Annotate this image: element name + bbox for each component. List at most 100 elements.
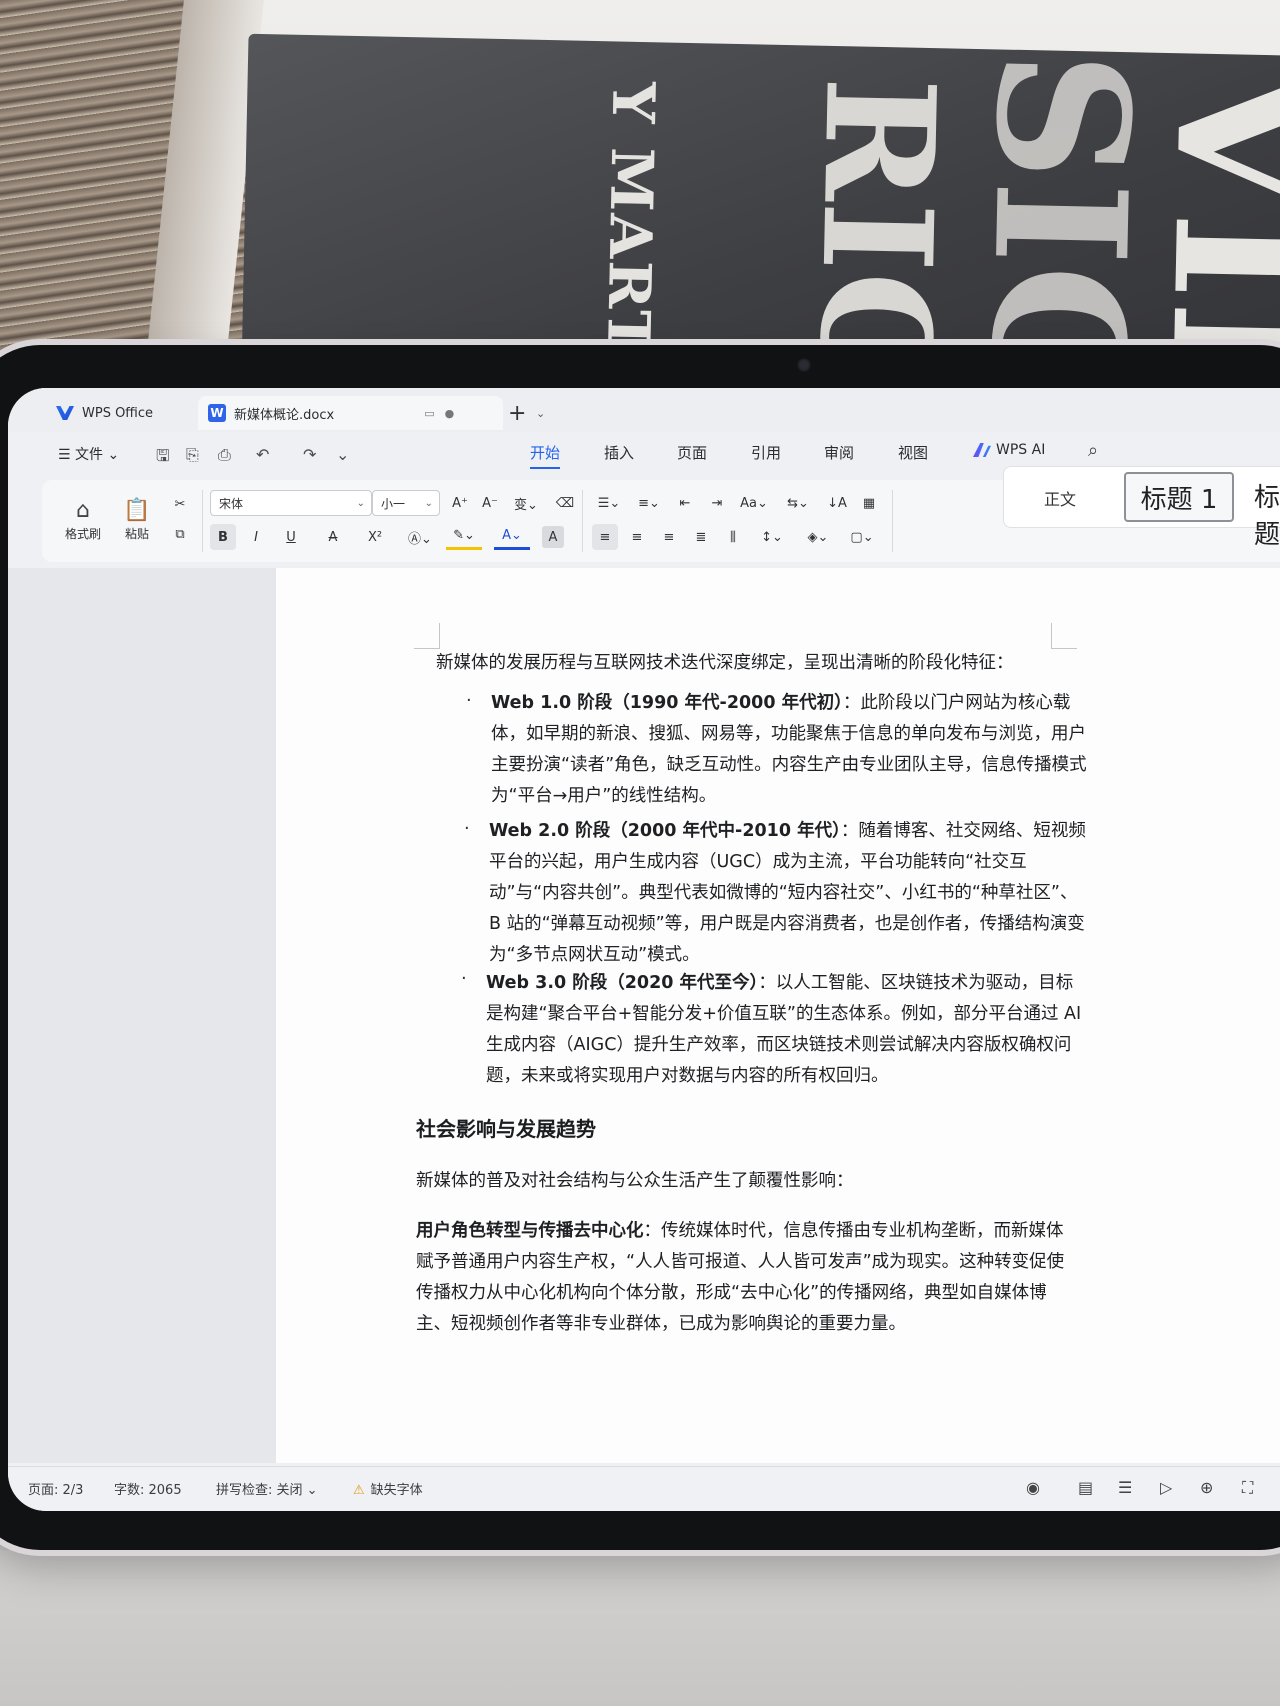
tab-dot-icon[interactable]: ● — [445, 407, 455, 420]
role-paragraph: 用户角色转型与传播去中心化：传统媒体时代，信息传播由专业机构垄断，而新媒体赋予普… — [416, 1216, 1076, 1340]
ribbon-divider — [582, 490, 583, 552]
text-direction-icon[interactable]: ⇆⌄ — [780, 490, 816, 516]
highlight-icon[interactable]: ✎⌄ — [446, 524, 482, 550]
chevron-down-icon: ⌄ — [424, 497, 433, 509]
bold-button[interactable]: B — [210, 524, 236, 550]
chevron-down-icon[interactable]: ⌄ — [336, 445, 349, 464]
chevron-down-icon: ⌄ — [356, 497, 365, 509]
export-icon[interactable]: ⎘ — [186, 445, 199, 465]
increase-indent-icon[interactable]: ⇥ — [704, 490, 730, 516]
book-cover: Y MARTIN RIOR SIGN VIEW — [241, 33, 1280, 360]
document-page[interactable]: 新媒体的发展历程与互联网技术迭代深度绑定，呈现出清晰的阶段化特征： · Web … — [276, 568, 1280, 1463]
tab-page[interactable]: 页面 — [677, 442, 707, 463]
char-shading-icon[interactable]: A — [542, 526, 564, 548]
tab-document[interactable]: W 新媒体概论.docx ▭ ● — [198, 396, 503, 430]
shrink-font-icon[interactable]: A⁻ — [478, 490, 502, 516]
spell-check-toggle[interactable]: 拼写检查: 关闭 ⌄ — [216, 1479, 318, 1498]
font-size-select[interactable]: 小一 ⌄ — [372, 490, 440, 516]
tab-insert[interactable]: 插入 — [604, 442, 634, 463]
tab-review[interactable]: 审阅 — [824, 442, 854, 463]
tab-view[interactable]: 视图 — [898, 442, 928, 463]
style-normal-button[interactable]: 正文 — [1044, 486, 1076, 510]
tab-wps-office-label: WPS Office — [82, 405, 154, 421]
decrease-indent-icon[interactable]: ⇤ — [672, 490, 698, 516]
tab-references[interactable]: 引用 — [751, 442, 781, 463]
fullscreen-icon[interactable]: ⛶ — [1242, 1478, 1253, 1498]
text-effect-icon[interactable]: Ⓐ⌄ — [402, 524, 438, 550]
font-name-select[interactable]: 宋体 ⌄ — [210, 490, 372, 516]
format-painter-button[interactable]: ⌂ 格式刷 — [58, 492, 108, 548]
page-indicator[interactable]: 页面: 2/3 — [28, 1479, 83, 1498]
align-left-icon[interactable]: ≡ — [592, 524, 618, 550]
bullet-list-icon[interactable]: ☰⌄ — [592, 490, 626, 516]
phonetic-guide-icon[interactable]: 变⌄ — [508, 490, 544, 516]
sort-icon[interactable]: ↓A — [824, 490, 850, 516]
add-tab-button[interactable]: + — [508, 396, 526, 430]
underline-button[interactable]: U — [274, 524, 308, 550]
distribute-icon[interactable]: ⫼ — [720, 524, 746, 550]
tab-home[interactable]: 开始 — [530, 442, 561, 469]
eye-icon[interactable]: ◉ — [1026, 1478, 1040, 1497]
ribbon-divider — [202, 490, 203, 552]
role-title: 用户角色转型与传播去中心化 — [416, 1221, 644, 1241]
borders-icon[interactable]: ▢⌄ — [844, 524, 880, 550]
strikethrough-button[interactable]: A — [316, 524, 350, 550]
missing-font-notice[interactable]: ⚠ 缺失字体 — [353, 1479, 423, 1498]
outline-view-icon[interactable]: ☰ — [1118, 1478, 1132, 1497]
numbered-list-icon[interactable]: ≡⌄ — [632, 490, 666, 516]
redo-icon[interactable]: ↷ — [303, 445, 316, 464]
copy-icon[interactable]: ⧉ — [168, 522, 192, 546]
grow-font-icon[interactable]: A⁺ — [448, 490, 472, 516]
web-view-icon[interactable]: ⊕ — [1200, 1478, 1213, 1497]
file-menu-label: 文件 — [75, 447, 104, 463]
tab-wps-office[interactable]: WPS Office — [56, 396, 153, 430]
undo-icon[interactable]: ↶ — [256, 445, 269, 464]
style-heading2-button[interactable]: 标题 — [1254, 477, 1280, 551]
bullet-icon: · — [466, 690, 472, 711]
book-author-text: Y MARTIN — [592, 81, 668, 360]
align-right-icon[interactable]: ≡ — [656, 524, 682, 550]
italic-button[interactable]: I — [244, 524, 268, 550]
style-heading1-button[interactable]: 标题 1 — [1124, 472, 1234, 522]
font-color-icon[interactable]: A⌄ — [494, 524, 530, 550]
camera-icon — [797, 358, 811, 372]
social-intro-paragraph: 新媒体的普及对社会结构与公众生活产生了颠覆性影响： — [416, 1171, 854, 1191]
shading-icon[interactable]: ◈⌄ — [800, 524, 836, 550]
background-scene: Y MARTIN RIOR SIGN VIEW — [0, 0, 1280, 360]
format-painter-label: 格式刷 — [64, 527, 101, 541]
page-corner-mark — [1051, 623, 1077, 649]
search-icon[interactable]: ⌕ — [1088, 440, 1098, 461]
cut-icon[interactable]: ✂ — [168, 492, 192, 516]
chevron-down-icon[interactable]: ⌄ — [536, 396, 545, 430]
change-case-icon[interactable]: Aa⌄ — [736, 490, 772, 516]
print-icon[interactable]: ⎙ — [218, 445, 231, 465]
wps-ai-button[interactable]: WPS AI — [973, 442, 1045, 458]
intro-paragraph: 新媒体的发展历程与互联网技术迭代深度绑定，呈现出清晰的阶段化特征： — [436, 653, 1014, 673]
font-size-value: 小一 — [381, 496, 406, 511]
tab-document-label: 新媒体概论.docx — [234, 407, 335, 423]
bullet-icon: · — [461, 968, 467, 989]
page-view-icon[interactable]: ▤ — [1078, 1478, 1093, 1497]
device-icon[interactable]: ▭ — [424, 407, 434, 420]
word-doc-icon: W — [208, 404, 226, 422]
ribbon-divider — [892, 490, 893, 552]
line-spacing-icon[interactable]: ↕⌄ — [754, 524, 790, 550]
bullet-text: ：随着博客、社交网络、短视频平台的兴起，用户生成内容（UGC）成为主流，平台功能… — [489, 821, 1086, 965]
word-count[interactable]: 字数: 2065 — [114, 1479, 182, 1498]
align-center-icon[interactable]: ≡ — [624, 524, 650, 550]
show-marks-icon[interactable]: ▦ — [856, 490, 882, 516]
superscript-button[interactable]: X² — [358, 524, 392, 550]
paste-button[interactable]: 📋 粘贴 — [112, 492, 162, 548]
save-icon[interactable]: 🖫 — [156, 445, 170, 472]
bullet-title: Web 1.0 阶段（1990 年代-2000 年代初） — [491, 693, 843, 713]
style-gallery: 正文 标题 1 标题 — [1003, 466, 1280, 550]
tab-bar: WPS Office W 新媒体概论.docx ▭ ● + ⌄ — [8, 388, 1280, 432]
wps-ai-icon — [973, 443, 991, 457]
justify-icon[interactable]: ≣ — [688, 524, 714, 550]
page-corner-mark — [414, 623, 440, 649]
clear-format-icon[interactable]: ⌫ — [552, 490, 578, 516]
wps-logo-icon — [56, 406, 74, 420]
play-icon[interactable]: ▷ — [1160, 1478, 1172, 1497]
hamburger-icon: ☰ — [58, 447, 76, 463]
file-menu-button[interactable]: ☰ 文件 ⌄ — [58, 444, 119, 464]
